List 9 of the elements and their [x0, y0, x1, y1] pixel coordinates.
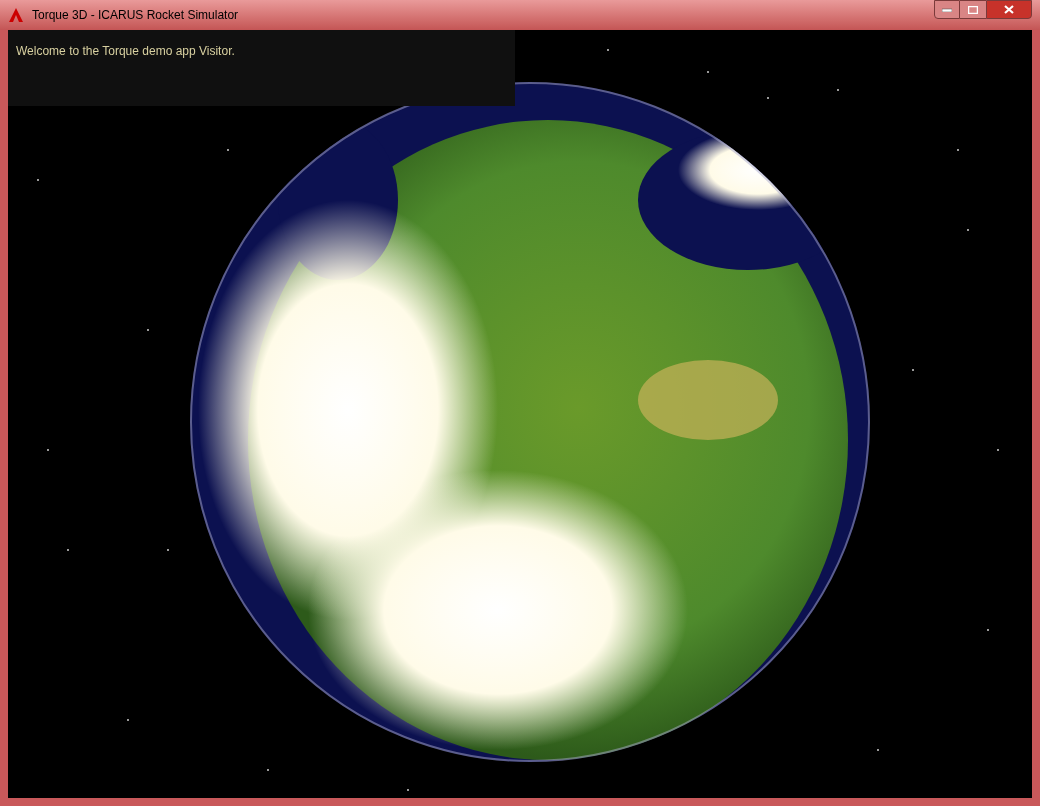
minimize-icon: [942, 7, 952, 12]
window-title: Torque 3D - ICARUS Rocket Simulator: [32, 7, 239, 24]
maximize-button[interactable]: [960, 0, 986, 19]
maximize-icon: [968, 5, 978, 14]
close-icon: [1004, 5, 1014, 14]
app-logo-icon: [8, 7, 24, 23]
minimize-button[interactable]: [934, 0, 960, 19]
console-message: Welcome to the Torque demo app Visitor.: [16, 44, 235, 58]
close-button[interactable]: [986, 0, 1032, 19]
